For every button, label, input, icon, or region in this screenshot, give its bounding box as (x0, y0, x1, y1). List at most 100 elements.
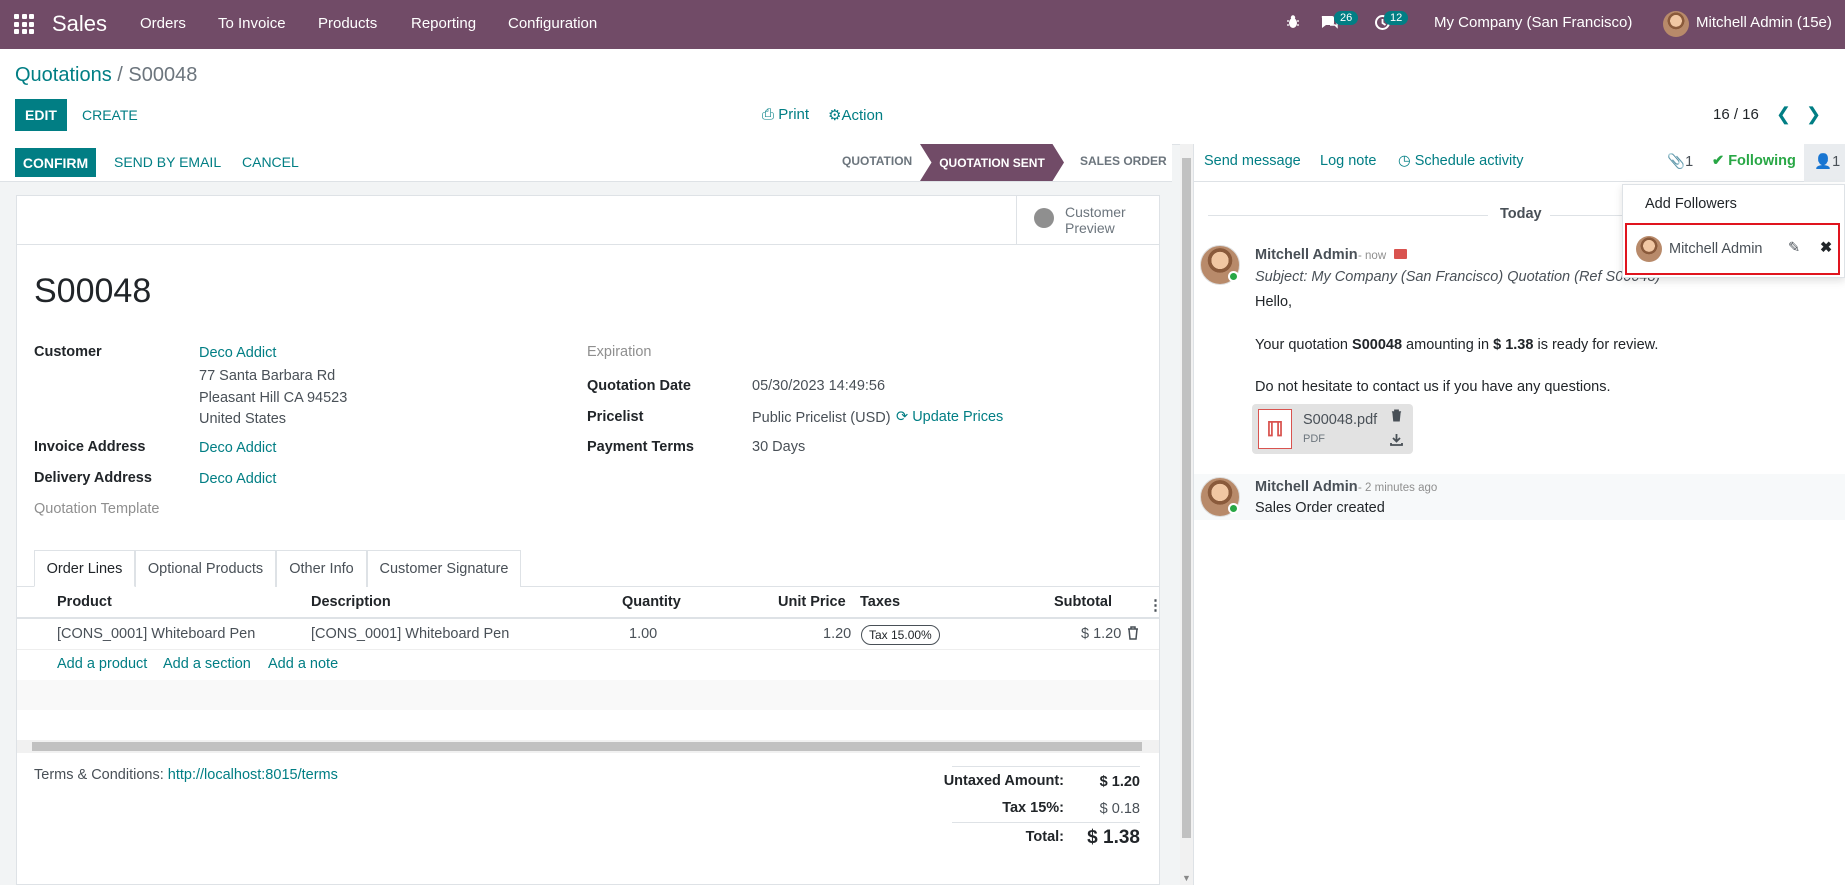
attachment-download-icon[interactable] (1390, 433, 1403, 450)
send-message-button[interactable]: Send message (1204, 153, 1301, 169)
trash-icon[interactable] (1127, 626, 1139, 644)
message-author[interactable]: Mitchell Admin (1255, 247, 1358, 263)
messages-badge: 26 (1334, 11, 1359, 25)
expiration-label: Expiration (587, 344, 652, 360)
stage-quotation[interactable]: QUOTATION (842, 154, 912, 168)
attachments-count: 1 (1685, 154, 1694, 170)
print-label: Print (778, 106, 810, 123)
row-quantity[interactable]: 1.00 (629, 626, 657, 642)
tab-customer-signature[interactable]: Customer Signature (367, 550, 521, 587)
menu-products[interactable]: Products (318, 15, 377, 32)
delivery-address-field[interactable]: Deco Addict (199, 471, 276, 487)
menu-orders[interactable]: Orders (140, 15, 186, 32)
message-body-mid: amounting in (1402, 337, 1494, 353)
create-button[interactable]: CREATE (82, 107, 138, 123)
message-author[interactable]: Mitchell Admin (1255, 479, 1358, 495)
stage-quotation-sent[interactable]: QUOTATION SENT (920, 144, 1064, 181)
column-options-icon[interactable]: ⋮ (1148, 596, 1163, 614)
activities-badge: 12 (1384, 11, 1409, 25)
followers-count: 1 (1832, 154, 1841, 170)
update-prices-label: Update Prices (912, 409, 1004, 425)
payment-terms-field[interactable]: 30 Days (752, 439, 805, 455)
add-section-link[interactable]: Add a section (163, 656, 251, 672)
row-description[interactable]: [CONS_0001] Whiteboard Pen (311, 626, 509, 642)
attachments-button[interactable]: 📎1 (1667, 153, 1693, 170)
menu-reporting[interactable]: Reporting (411, 15, 476, 32)
tab-order-lines[interactable]: Order Lines (34, 550, 135, 587)
total-label: Total: (1025, 829, 1064, 845)
apps-menu-icon[interactable] (14, 14, 34, 34)
message-date: - 2 minutes ago (1358, 482, 1438, 494)
terms-link[interactable]: http://localhost:8015/terms (168, 767, 338, 783)
totals-divider-bottom (952, 822, 1140, 823)
add-followers-item[interactable]: Add Followers (1645, 196, 1737, 212)
send-by-email-button[interactable]: SEND BY EMAIL (114, 154, 221, 170)
tab-other-info[interactable]: Other Info (276, 550, 367, 587)
customer-preview-button[interactable]: Customer Preview (1016, 196, 1159, 244)
following-button[interactable]: ✔ Following (1712, 153, 1796, 169)
customer-field[interactable]: Deco Addict (199, 345, 276, 361)
schedule-activity-button[interactable]: ◷ Schedule activity (1398, 153, 1524, 169)
row-unit-price[interactable]: 1.20 (823, 626, 851, 642)
cancel-button[interactable]: CANCEL (242, 154, 299, 170)
pager-previous-icon[interactable]: ❮ (1776, 104, 1791, 125)
invoice-address-field[interactable]: Deco Addict (199, 440, 276, 456)
tax-label: Tax 15%: (1002, 800, 1064, 816)
user-avatar[interactable] (1663, 11, 1689, 37)
message-contact: Do not hesitate to contact us if you hav… (1255, 379, 1611, 395)
col-quantity[interactable]: Quantity (622, 594, 681, 610)
refresh-icon: ⟳ (896, 409, 909, 425)
user-icon: 👤 (1814, 154, 1833, 170)
pager-value[interactable]: 16 / 16 (1713, 106, 1759, 123)
add-note-link[interactable]: Add a note (268, 656, 338, 672)
terms-label: Terms & Conditions: (34, 767, 164, 783)
action-button[interactable]: ⚙Action (828, 106, 883, 124)
horizontal-scrollbar[interactable] (17, 740, 1159, 753)
today-separator: Today (1500, 206, 1542, 222)
quotation-date-field[interactable]: 05/30/2023 14:49:56 (752, 378, 885, 394)
col-taxes[interactable]: Taxes (860, 594, 900, 610)
scroll-down-arrow-icon[interactable]: ▼ (1182, 873, 1191, 883)
address-line-2: Pleasant Hill CA 94523 (199, 390, 348, 406)
following-label: Following (1728, 153, 1796, 169)
tab-optional-products[interactable]: Optional Products (135, 550, 276, 587)
menu-configuration[interactable]: Configuration (508, 15, 597, 32)
stage-sales-order[interactable]: SALES ORDER (1080, 154, 1167, 168)
row-tax-tag[interactable]: Tax 15.00% (861, 625, 940, 645)
empty-row (17, 680, 1159, 710)
print-button[interactable]: ⎙ Print (762, 106, 809, 123)
action-label: Action (841, 107, 884, 124)
company-switcher[interactable]: My Company (San Francisco) (1434, 14, 1632, 31)
quotation-template-label: Quotation Template (34, 501, 160, 517)
today-divider-left (1208, 215, 1488, 216)
pdf-file-icon[interactable]: ℿ (1258, 409, 1292, 449)
app-name[interactable]: Sales (52, 11, 107, 37)
col-unit-price[interactable]: Unit Price (778, 594, 846, 610)
online-status-icon (1228, 503, 1239, 514)
message-date: - now (1358, 250, 1387, 262)
invoice-address-label: Invoice Address (34, 439, 146, 455)
form-vertical-scrollbar[interactable] (1180, 144, 1193, 885)
confirm-button[interactable]: CONFIRM (15, 148, 96, 177)
col-product[interactable]: Product (57, 594, 112, 610)
col-description[interactable]: Description (311, 594, 391, 610)
menu-to-invoice[interactable]: To Invoice (218, 15, 286, 32)
paperclip-icon: 📎 (1667, 154, 1686, 170)
edit-button[interactable]: EDIT (15, 99, 67, 131)
add-product-link[interactable]: Add a product (57, 656, 147, 672)
payment-terms-label: Payment Terms (587, 439, 694, 455)
col-subtotal[interactable]: Subtotal (1054, 594, 1112, 610)
message-subject: Subject: My Company (San Francisco) Quot… (1255, 269, 1661, 285)
row-product[interactable]: [CONS_0001] Whiteboard Pen (57, 626, 255, 642)
attachment-name[interactable]: S00048.pdf (1303, 412, 1377, 428)
attachment-delete-icon[interactable] (1391, 409, 1402, 426)
update-prices-button[interactable]: ⟳ Update Prices (896, 409, 1003, 425)
log-note-button[interactable]: Log note (1320, 153, 1376, 169)
bug-icon[interactable] (1286, 14, 1300, 34)
breadcrumb-quotations[interactable]: Quotations (15, 64, 112, 86)
check-icon: ✔ (1712, 153, 1725, 169)
gear-icon: ⚙ (828, 107, 842, 124)
user-menu[interactable]: Mitchell Admin (15e) (1696, 14, 1832, 31)
pager-next-icon[interactable]: ❯ (1806, 104, 1821, 125)
pricelist-field[interactable]: Public Pricelist (USD) (752, 410, 891, 426)
